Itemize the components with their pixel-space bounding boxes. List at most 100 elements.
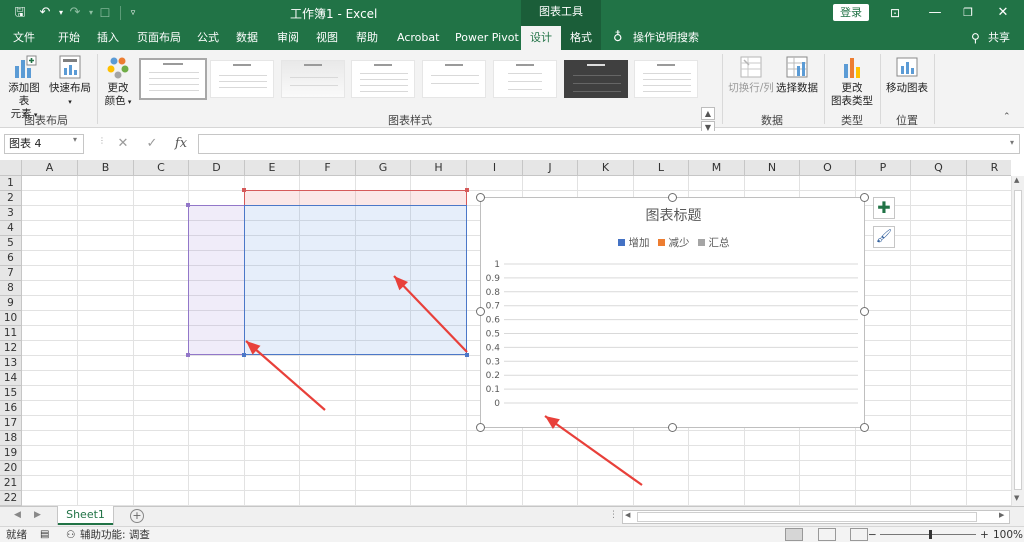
- tab-design[interactable]: 设计: [521, 26, 561, 50]
- login-button[interactable]: 登录: [833, 4, 869, 21]
- normal-view-button[interactable]: [785, 528, 803, 541]
- category-range-highlight[interactable]: [188, 205, 245, 355]
- chart-style-6[interactable]: [493, 60, 557, 98]
- row-header-13[interactable]: 13: [0, 356, 22, 371]
- y-tick-label[interactable]: 0.2: [486, 371, 500, 381]
- scroll-down-icon[interactable]: ▼: [1014, 494, 1019, 502]
- sheet-tab-sheet1[interactable]: Sheet1: [58, 506, 113, 525]
- row-header-9[interactable]: 9: [0, 296, 22, 311]
- column-header-c[interactable]: C: [134, 160, 189, 176]
- y-tick-label[interactable]: 0.5: [486, 330, 500, 340]
- row-header-4[interactable]: 4: [0, 221, 22, 236]
- scroll-right-icon[interactable]: ▶: [999, 511, 1004, 519]
- horizontal-scroll-thumb[interactable]: [637, 512, 977, 522]
- chart-resize-handle[interactable]: [860, 307, 869, 316]
- cancel-icon[interactable]: ✕: [115, 136, 131, 151]
- accessibility-icon[interactable]: ⚇: [66, 528, 75, 542]
- row-header-8[interactable]: 8: [0, 281, 22, 296]
- y-tick-label[interactable]: 0.1: [486, 385, 500, 395]
- tab-format[interactable]: 格式: [561, 26, 601, 50]
- column-header-p[interactable]: P: [856, 160, 911, 176]
- tab-page-layout[interactable]: 页面布局: [137, 26, 181, 50]
- row-header-11[interactable]: 11: [0, 326, 22, 341]
- tab-help[interactable]: 帮助: [356, 26, 378, 50]
- chart-style-4[interactable]: [351, 60, 415, 98]
- enter-icon[interactable]: ✓: [144, 136, 160, 151]
- touch-mode-icon[interactable]: ☐: [96, 4, 114, 22]
- row-header-19[interactable]: 19: [0, 446, 22, 461]
- tab-power-pivot[interactable]: Power Pivot: [455, 26, 519, 50]
- minimize-icon[interactable]: —: [920, 3, 950, 23]
- tab-split-grip-icon[interactable]: ⋮: [609, 510, 618, 520]
- chart-resize-handle[interactable]: [476, 307, 485, 316]
- row-header-12[interactable]: 12: [0, 341, 22, 356]
- column-header-o[interactable]: O: [800, 160, 856, 176]
- page-layout-view-button[interactable]: [818, 528, 836, 541]
- insert-function-icon[interactable]: fx: [173, 136, 189, 151]
- row-header-17[interactable]: 17: [0, 416, 22, 431]
- row-header-2[interactable]: 2: [0, 191, 22, 206]
- chart-resize-handle[interactable]: [668, 193, 677, 202]
- save-icon[interactable]: 🖫: [11, 4, 29, 22]
- y-tick-label[interactable]: 0.6: [486, 316, 501, 326]
- select-data-button[interactable]: 选择数据: [776, 54, 818, 95]
- tab-data[interactable]: 数据: [236, 26, 258, 50]
- chart-style-1[interactable]: [139, 58, 207, 100]
- column-header-a[interactable]: A: [22, 160, 78, 176]
- tab-insert[interactable]: 插入: [97, 26, 119, 50]
- y-tick-label[interactable]: 0.8: [486, 288, 501, 298]
- move-chart-button[interactable]: 移动图表: [885, 54, 929, 95]
- tab-view[interactable]: 视图: [316, 26, 338, 50]
- chart-resize-handle[interactable]: [860, 423, 869, 432]
- chart-resize-handle[interactable]: [476, 193, 485, 202]
- vertical-scroll-thumb[interactable]: [1014, 190, 1022, 490]
- row-header-16[interactable]: 16: [0, 401, 22, 416]
- vertical-scrollbar[interactable]: ▲ ▼: [1011, 176, 1024, 506]
- collapse-ribbon-icon[interactable]: ⌃: [1003, 112, 1011, 122]
- zoom-slider-thumb[interactable]: [929, 530, 932, 539]
- scroll-up-icon[interactable]: ▲: [1014, 176, 1019, 184]
- column-header-m[interactable]: M: [689, 160, 745, 176]
- chart-elements-plus-icon[interactable]: ✚: [873, 197, 895, 219]
- zoom-level[interactable]: 100%: [993, 528, 1023, 542]
- zoom-in-icon[interactable]: +: [980, 528, 989, 542]
- select-all-corner[interactable]: [0, 160, 22, 176]
- scroll-left-icon[interactable]: ◀: [625, 511, 630, 519]
- tab-acrobat[interactable]: Acrobat: [397, 26, 439, 50]
- gallery-scroll-up-icon[interactable]: ▲: [701, 107, 715, 120]
- name-box[interactable]: 图表 4: [4, 134, 84, 154]
- chart-style-8[interactable]: [634, 60, 698, 98]
- chart-object[interactable]: 图表标题 增加 减少 汇总 0 0.1 0.2 0.3 0.4 0.5 0.6 0.7 0.8 0.9…: [480, 197, 865, 428]
- close-icon[interactable]: ✕: [988, 3, 1018, 23]
- chart-resize-handle[interactable]: [476, 423, 485, 432]
- row-header-21[interactable]: 21: [0, 476, 22, 491]
- tell-me-search[interactable]: 操作说明搜索: [633, 26, 699, 50]
- chart-styles-brush-icon[interactable]: 🖌: [873, 226, 895, 248]
- chart-style-3[interactable]: [281, 60, 345, 98]
- row-header-15[interactable]: 15: [0, 386, 22, 401]
- zoom-out-icon[interactable]: −: [868, 528, 877, 542]
- range-handle[interactable]: [186, 203, 190, 207]
- column-header-j[interactable]: J: [523, 160, 578, 176]
- row-header-3[interactable]: 3: [0, 206, 22, 221]
- column-header-r[interactable]: R: [967, 160, 1011, 176]
- chart-style-7[interactable]: [564, 60, 628, 98]
- row-header-18[interactable]: 18: [0, 431, 22, 446]
- y-tick-label[interactable]: 0.7: [486, 302, 500, 312]
- row-header-6[interactable]: 6: [0, 251, 22, 266]
- column-header-d[interactable]: D: [189, 160, 245, 176]
- restore-icon[interactable]: ❐: [953, 3, 983, 23]
- y-tick-label[interactable]: 0: [494, 399, 500, 409]
- row-header-7[interactable]: 7: [0, 266, 22, 281]
- range-handle[interactable]: [186, 353, 190, 357]
- column-header-n[interactable]: N: [745, 160, 800, 176]
- values-range-highlight[interactable]: [244, 205, 467, 355]
- row-header-5[interactable]: 5: [0, 236, 22, 251]
- column-header-e[interactable]: E: [245, 160, 300, 176]
- quick-layout-button[interactable]: 快速布局 ▾: [49, 54, 91, 109]
- sheet-prev-icon[interactable]: ◀: [14, 510, 21, 520]
- y-tick-label[interactable]: 0.3: [486, 357, 500, 367]
- column-header-l[interactable]: L: [634, 160, 689, 176]
- column-header-f[interactable]: F: [300, 160, 356, 176]
- share-button[interactable]: 共享: [988, 26, 1010, 50]
